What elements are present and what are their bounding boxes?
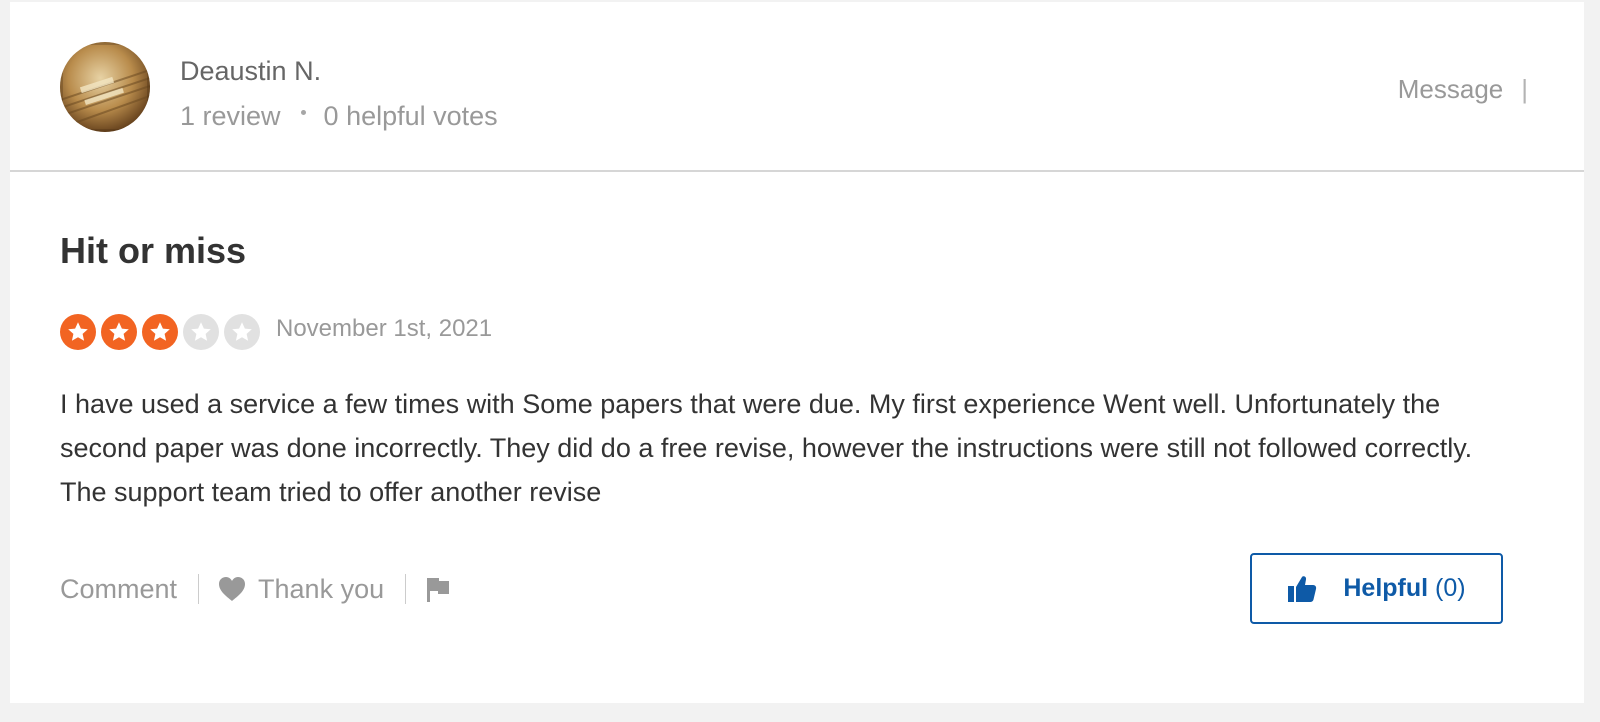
helpful-label: Helpful (1343, 574, 1429, 602)
helpful-count: (0) (1435, 574, 1466, 602)
reviewer-header: Deaustin N. 1 review 0 helpful votes Mess… (10, 2, 1584, 172)
thank-you-link[interactable]: Thank you (218, 574, 384, 605)
helpful-label-group: Helpful (0) (1343, 574, 1465, 603)
thank-you-label: Thank you (258, 573, 385, 604)
reviewer-stats: 1 review 0 helpful votes (180, 101, 498, 132)
star-filled-icon (101, 314, 137, 350)
review-count: 1 review (180, 101, 281, 131)
star-empty-icon (224, 314, 260, 350)
star-rating (60, 314, 260, 350)
reviewer-name[interactable]: Deaustin N. (180, 56, 321, 87)
star-filled-icon (60, 314, 96, 350)
helpful-votes-count: 0 helpful votes (323, 101, 498, 131)
avatar-image (60, 42, 150, 132)
review-date: November 1st, 2021 (276, 315, 493, 342)
thumbs-up-icon (1288, 575, 1317, 602)
comment-link[interactable]: Comment (60, 574, 177, 605)
stats-separator-dot (300, 110, 306, 116)
action-divider (405, 574, 407, 604)
flag-icon[interactable] (425, 575, 451, 603)
helpful-button[interactable]: Helpful (0) (1250, 553, 1503, 624)
user-avatar[interactable] (60, 42, 150, 132)
review-title: Hit or miss (60, 230, 247, 271)
review-actions: Comment Thank you (60, 572, 451, 606)
message-link[interactable]: Message (1398, 74, 1504, 104)
star-empty-icon (183, 314, 219, 350)
header-separator: | (1521, 74, 1528, 104)
review-body: I have used a service a few times with S… (60, 389, 1473, 507)
action-divider (198, 574, 200, 604)
header-actions: Message | (1398, 74, 1528, 105)
star-filled-icon (142, 314, 178, 350)
review-card: Deaustin N. 1 review 0 helpful votes Mess… (10, 2, 1584, 703)
heart-icon (219, 577, 246, 601)
